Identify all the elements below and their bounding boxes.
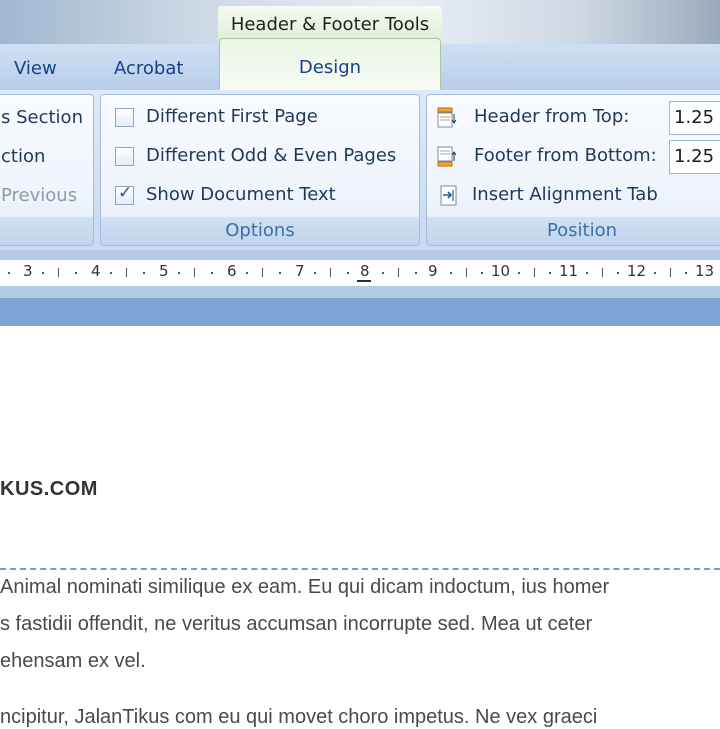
footer-from-bottom-icon xyxy=(437,146,457,168)
paragraph-line: Animal nominati similique ex eam. Eu qui… xyxy=(0,576,610,598)
ruler-dot xyxy=(685,272,687,274)
insert-alignment-tab-icon xyxy=(439,185,459,207)
position-group: Header from Top: 1.25 c Footer from Bott… xyxy=(426,94,720,246)
ruler-number: 11 xyxy=(559,262,579,280)
ruler-number: 4 xyxy=(91,262,101,280)
footer-from-bottom-input[interactable]: 1.25 c xyxy=(669,140,720,174)
ruler-dot xyxy=(450,272,452,274)
ruler-dot xyxy=(549,272,551,274)
ruler-dot xyxy=(347,272,349,274)
paragraph-line: ehensam ex vel. xyxy=(0,650,146,672)
ruler-number: 10 xyxy=(491,262,511,280)
paragraph-line: s fastidii offendit, ne veritus accumsan… xyxy=(0,613,593,635)
ruler-strip: 3 4 5 6 7 8 9 10 11 12 13 xyxy=(0,260,720,286)
options-group: Different First Page Different Odd & Eve… xyxy=(100,94,420,246)
different-odd-even-checkbox[interactable] xyxy=(115,147,134,166)
ruler-dot xyxy=(382,272,384,274)
ruler-tick xyxy=(670,268,671,277)
link-to-previous-button[interactable]: ction xyxy=(1,146,45,167)
header-boundary-divider xyxy=(0,568,720,570)
ruler-dot xyxy=(75,272,77,274)
ruler-dot xyxy=(481,272,483,274)
ruler-tick xyxy=(466,268,467,277)
ruler-tick xyxy=(262,268,263,277)
ruler-dot xyxy=(8,272,10,274)
ruler-tick xyxy=(534,268,535,277)
header-from-top-label: Header from Top: xyxy=(474,106,630,127)
ruler-tick xyxy=(398,268,399,277)
ruler-dot xyxy=(617,272,619,274)
ruler-dot xyxy=(279,272,281,274)
ruler-dot xyxy=(110,272,112,274)
tab-acrobat[interactable]: Acrobat xyxy=(114,44,183,90)
navigation-group-label xyxy=(0,217,93,245)
ruler-dot xyxy=(42,272,44,274)
insert-alignment-tab-button[interactable]: Insert Alignment Tab xyxy=(472,184,658,205)
different-odd-even-label: Different Odd & Even Pages xyxy=(146,145,397,166)
different-first-page-checkbox[interactable] xyxy=(115,108,134,127)
ribbon-tab-row: View Acrobat Design xyxy=(0,38,720,91)
page-top-band xyxy=(0,298,720,328)
tab-design[interactable]: Design xyxy=(219,38,441,91)
ruler-tick xyxy=(58,268,59,277)
paragraph-line-partial: ncipitur, JalanTikus com eu qui movet ch… xyxy=(0,706,598,728)
ruler-number: 6 xyxy=(227,262,237,280)
ruler-number: 3 xyxy=(23,262,33,280)
show-document-text-label: Show Document Text xyxy=(146,184,336,205)
ruler-tick xyxy=(330,268,331,277)
ruler-tick xyxy=(194,268,195,277)
ruler-number: 13 xyxy=(695,262,715,280)
tab-stop-marker[interactable] xyxy=(357,274,371,282)
header-logo-text: KUS.COM xyxy=(0,478,98,500)
show-document-text-checkbox[interactable] xyxy=(115,183,134,205)
ruler-tick xyxy=(602,268,603,277)
ruler-dot xyxy=(518,272,520,274)
options-group-label: Options xyxy=(101,217,419,245)
ribbon: s Section ction Previous Different First… xyxy=(0,90,720,250)
navigation-group: s Section ction Previous xyxy=(0,94,94,246)
header-from-top-input[interactable]: 1.25 c xyxy=(669,101,720,135)
ruler-dot xyxy=(415,272,417,274)
ruler-dot xyxy=(314,272,316,274)
header-from-top-icon xyxy=(437,107,457,129)
ruler-dot xyxy=(246,272,248,274)
ruler-tick xyxy=(126,268,127,277)
next-section-button[interactable]: s Section xyxy=(1,107,83,128)
position-group-label: Position xyxy=(427,217,720,245)
ruler-dot xyxy=(586,272,588,274)
ruler-number: 5 xyxy=(159,262,169,280)
horizontal-ruler[interactable]: 3 4 5 6 7 8 9 10 11 12 13 xyxy=(0,250,720,298)
tab-view[interactable]: View xyxy=(14,44,57,90)
different-first-page-label: Different First Page xyxy=(146,106,318,127)
ruler-number: 12 xyxy=(627,262,647,280)
ruler-number: 7 xyxy=(295,262,305,280)
ruler-dot xyxy=(143,272,145,274)
previous-button[interactable]: Previous xyxy=(1,185,77,206)
ruler-number: 9 xyxy=(428,262,438,280)
ruler-dot xyxy=(654,272,656,274)
ruler-dot xyxy=(211,272,213,274)
ruler-dot xyxy=(178,272,180,274)
footer-from-bottom-label: Footer from Bottom: xyxy=(474,145,657,166)
